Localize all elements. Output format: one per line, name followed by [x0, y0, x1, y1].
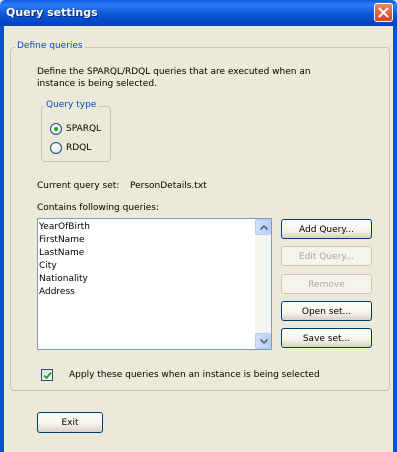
- current-set-value: PersonDetails.txt: [130, 181, 207, 191]
- open-set-button[interactable]: Open set...: [281, 301, 372, 321]
- apply-queries-label[interactable]: Apply these queries when an instance is …: [69, 370, 320, 380]
- exit-button[interactable]: Exit: [37, 412, 103, 433]
- scroll-up-icon: [260, 225, 268, 230]
- query-type-group: [41, 106, 111, 162]
- list-item[interactable]: LastName: [39, 247, 84, 259]
- scroll-down-button[interactable]: [255, 333, 271, 349]
- query-settings-dialog: Query settings Define queries Define the…: [0, 0, 397, 452]
- save-set-button[interactable]: Save set...: [281, 328, 372, 348]
- remove-button[interactable]: Remove: [281, 274, 372, 294]
- close-icon: [378, 7, 389, 18]
- window-frame-left: [0, 26, 4, 452]
- radio-selected-dot: [54, 127, 58, 131]
- list-item[interactable]: YearOfBirth: [39, 221, 90, 233]
- list-item[interactable]: Address: [39, 286, 75, 298]
- list-item[interactable]: FirstName: [39, 234, 85, 246]
- queries-list-label: Contains following queries:: [37, 203, 160, 213]
- scroll-down-icon: [260, 339, 268, 344]
- checkmark-icon: [43, 371, 52, 380]
- list-item[interactable]: City: [39, 260, 57, 272]
- vertical-scrollbar[interactable]: [255, 219, 271, 349]
- description-line-1: Define the SPARQL/RDQL queries that are …: [37, 67, 311, 77]
- edit-query-button[interactable]: Edit Query...: [281, 246, 372, 266]
- window-title: Query settings: [6, 6, 98, 19]
- queries-listbox[interactable]: YearOfBirth FirstName LastName City Nati…: [37, 218, 272, 350]
- close-button[interactable]: [374, 3, 393, 22]
- scroll-up-button[interactable]: [255, 219, 271, 235]
- rdql-radio-label[interactable]: RDQL: [66, 143, 91, 153]
- query-type-legend: Query type: [44, 100, 99, 110]
- current-set-label: Current query set:: [37, 181, 120, 191]
- sparql-radio[interactable]: [50, 123, 62, 135]
- title-bar[interactable]: Query settings: [0, 0, 397, 26]
- window-frame-right: [393, 26, 397, 452]
- sparql-radio-label[interactable]: SPARQL: [66, 124, 101, 134]
- description-line-2: instance is being selected.: [37, 79, 157, 89]
- apply-queries-checkbox[interactable]: [41, 369, 53, 381]
- define-queries-legend: Define queries: [15, 41, 85, 51]
- rdql-radio[interactable]: [50, 142, 62, 154]
- add-query-button[interactable]: Add Query...: [281, 219, 372, 239]
- list-item[interactable]: Nationality: [39, 273, 88, 285]
